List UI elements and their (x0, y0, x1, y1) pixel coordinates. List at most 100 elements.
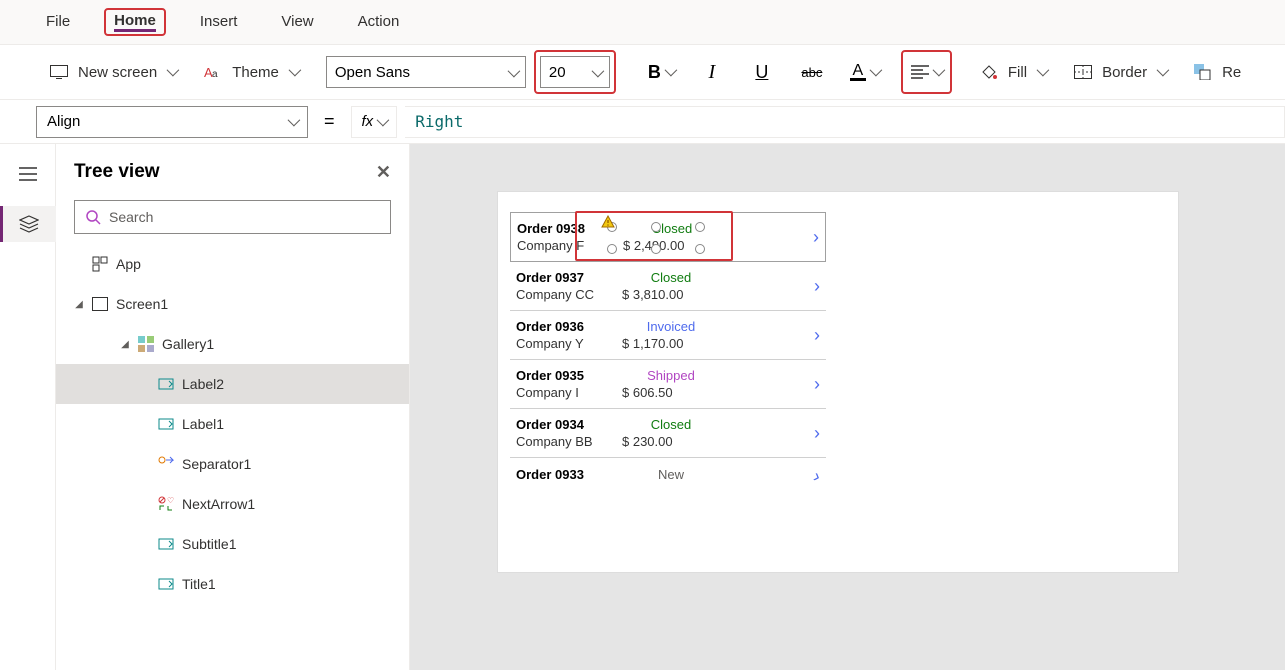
chevron-right-icon[interactable]: › (814, 325, 820, 346)
tree-view-panel: Tree view ✕ Search App ◢ Screen1 ◢ Galle… (56, 144, 410, 670)
border-label: Border (1102, 64, 1147, 81)
highlight-font-size: 20 (534, 50, 616, 94)
list-item[interactable]: Order 0933 New › (510, 458, 826, 495)
align-icon (911, 65, 929, 79)
search-icon (85, 209, 101, 225)
chevron-down-icon (1157, 63, 1166, 81)
property-select[interactable]: Align (36, 106, 308, 138)
order-company: Company Y (516, 336, 616, 351)
panel-title: Tree view (74, 161, 160, 183)
menu-file[interactable]: File (36, 9, 80, 36)
border-group[interactable]: Border (1060, 45, 1180, 99)
main-area: Tree view ✕ Search App ◢ Screen1 ◢ Galle… (0, 144, 1285, 670)
menu-bar: File Home Insert View Action (0, 0, 1285, 44)
theme-icon: Aa (204, 64, 222, 80)
tree-label: Title1 (182, 576, 216, 592)
fx-label: fx (362, 113, 374, 130)
tree: App ◢ Screen1 ◢ Gallery1 Label2 Label1 (56, 244, 409, 670)
fx-button[interactable]: fx (351, 106, 398, 138)
list-item[interactable]: Order 0937 Closed Company CC $ 3,810.00 … (510, 262, 826, 311)
chevron-right-icon[interactable]: › (814, 374, 820, 395)
tree-node-screen[interactable]: ◢ Screen1 (56, 284, 409, 324)
list-item[interactable]: Order 0934 Closed Company BB $ 230.00 › (510, 409, 826, 458)
label-icon (158, 376, 174, 392)
reorder-label: Re (1222, 64, 1241, 81)
tree-label: NextArrow1 (182, 496, 255, 512)
border-icon (1074, 65, 1092, 79)
formula-bar: Align = fx Right (0, 100, 1285, 144)
canvas[interactable]: Order 0938 Closed Company F $ 2,490.00 ›… (410, 144, 1285, 670)
search-input[interactable]: Search (74, 200, 391, 234)
tree-label: Label2 (182, 376, 224, 392)
tree-node-title[interactable]: Title1 (56, 564, 409, 604)
tree-node-app[interactable]: App (56, 244, 409, 284)
order-id: Order 0935 (516, 368, 616, 383)
font-name-select[interactable]: Open Sans (326, 56, 526, 88)
tree-node-label1[interactable]: Label1 (56, 404, 409, 444)
fill-icon (980, 63, 998, 81)
resize-handles[interactable] (612, 227, 700, 249)
tree-node-subtitle[interactable]: Subtitle1 (56, 524, 409, 564)
menu-home[interactable]: Home (114, 12, 156, 32)
chevron-down-icon (508, 64, 517, 81)
formula-input[interactable]: Right (405, 106, 1285, 138)
order-status: Closed (616, 417, 726, 432)
chevron-down-icon (288, 113, 297, 130)
align-button[interactable] (907, 56, 946, 88)
label-icon (158, 416, 174, 432)
chevron-right-icon[interactable]: › (814, 276, 820, 297)
theme-group[interactable]: Aa Theme (190, 45, 312, 99)
highlight-home: Home (104, 8, 166, 36)
tree-node-label2[interactable]: Label2 (56, 364, 409, 404)
strike-button[interactable]: abc (796, 56, 828, 88)
order-id: Order 0937 (516, 270, 616, 285)
menu-insert[interactable]: Insert (190, 9, 248, 36)
chevron-right-icon[interactable]: › (811, 466, 824, 488)
app-preview: Order 0938 Closed Company F $ 2,490.00 ›… (498, 192, 1178, 572)
new-screen-group[interactable]: New screen (36, 45, 190, 99)
list-item[interactable]: Order 0935 Shipped Company I $ 606.50 › (510, 360, 826, 409)
fill-group[interactable]: Fill (966, 45, 1060, 99)
order-status: Closed (616, 270, 726, 285)
underline-button[interactable]: U (746, 56, 778, 88)
tree-node-nextarrow[interactable]: ♡ NextArrow1 (56, 484, 409, 524)
ribbon: New screen Aa Theme Open Sans 20 B I U a… (0, 44, 1285, 100)
tree-label: Screen1 (116, 296, 168, 312)
chevron-down-icon (377, 113, 386, 130)
chevron-right-icon[interactable]: › (814, 423, 820, 444)
chevron-right-icon[interactable]: › (813, 227, 819, 248)
app-icon (92, 256, 108, 272)
hamburger-icon (19, 167, 37, 181)
hamburger-button[interactable] (10, 156, 46, 192)
label-icon (158, 536, 174, 552)
tree-label: Label1 (182, 416, 224, 432)
property-value: Align (47, 113, 80, 130)
order-price: $ 3,810.00 (616, 287, 726, 302)
order-id: Order 0936 (516, 319, 616, 334)
bold-button[interactable]: B (644, 56, 678, 88)
warning-icon (601, 215, 615, 229)
chevron-down-icon (665, 63, 674, 81)
gallery-list: Order 0938 Closed Company F $ 2,490.00 ›… (510, 212, 826, 495)
chevron-down-icon (870, 63, 879, 81)
menu-action[interactable]: Action (348, 9, 410, 36)
highlight-align (901, 50, 952, 94)
fill-label: Fill (1008, 64, 1027, 81)
close-panel-button[interactable]: ✕ (376, 162, 391, 183)
equals-label: = (316, 111, 343, 132)
list-item[interactable]: Order 0936 Invoiced Company Y $ 1,170.00… (510, 311, 826, 360)
tree-view-rail-button[interactable] (0, 206, 56, 242)
reorder-group[interactable]: Re (1180, 45, 1255, 99)
order-company: Company CC (516, 287, 616, 302)
font-size-select[interactable]: 20 (540, 56, 610, 88)
font-color-button[interactable]: A (846, 56, 883, 88)
theme-label: Theme (232, 64, 279, 81)
reorder-icon (1194, 64, 1212, 80)
tree-node-gallery[interactable]: ◢ Gallery1 (56, 324, 409, 364)
chevron-down-icon (1037, 63, 1046, 81)
italic-button[interactable]: I (696, 56, 728, 88)
order-id: Order 0933 (516, 467, 616, 482)
menu-view[interactable]: View (271, 9, 323, 36)
tree-label: Gallery1 (162, 336, 214, 352)
tree-node-separator[interactable]: Separator1 (56, 444, 409, 484)
